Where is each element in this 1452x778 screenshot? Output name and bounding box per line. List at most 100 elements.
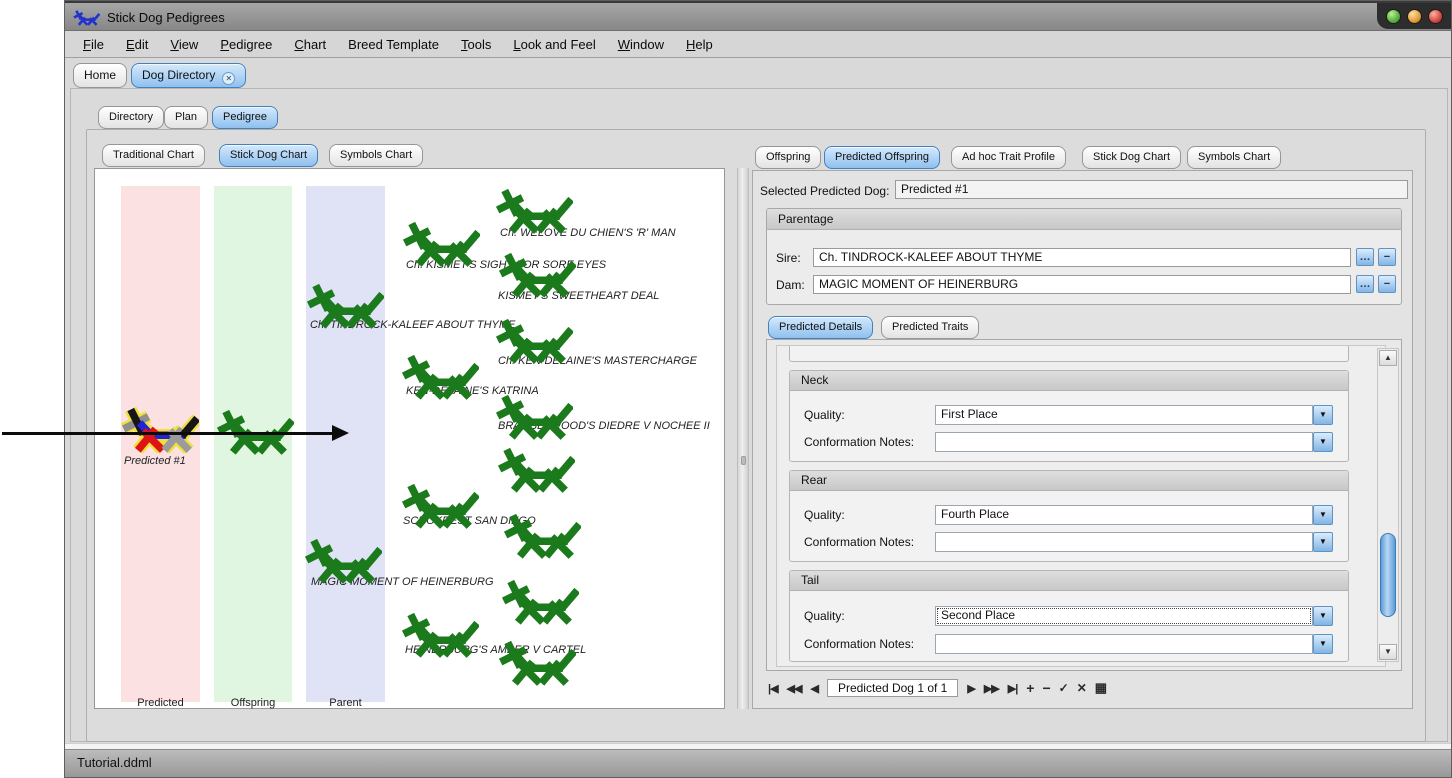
- tab-traditional-chart[interactable]: Traditional Chart: [102, 144, 205, 167]
- menu-window[interactable]: Window: [610, 37, 672, 52]
- neck-notes-combo[interactable]: ▼: [935, 432, 1333, 452]
- stick-dog-figure: [503, 511, 581, 559]
- tail-notes-combo[interactable]: ▼: [935, 634, 1333, 654]
- pedigree-dog[interactable]: [497, 445, 575, 493]
- tab-adhoc-trait-profile[interactable]: Ad hoc Trait Profile: [951, 146, 1066, 169]
- rear-notes-combo[interactable]: ▼: [935, 532, 1333, 552]
- split-pane-divider[interactable]: [737, 168, 749, 709]
- fast-forward-record-icon[interactable]: ▶▶: [984, 682, 999, 695]
- menu-breed-template[interactable]: Breed Template: [340, 37, 447, 52]
- stick-dog-figure: [402, 219, 480, 267]
- title-bar[interactable]: Stick Dog Pedigrees: [65, 1, 1451, 31]
- previous-record-icon[interactable]: ◀: [810, 682, 817, 695]
- commit-record-icon[interactable]: ✓: [1059, 681, 1068, 695]
- dam-remove-button[interactable]: −: [1378, 275, 1396, 293]
- menu-view[interactable]: View: [162, 37, 206, 52]
- scrollbar-thumb[interactable]: [1380, 533, 1396, 617]
- pedigree-dog[interactable]: [495, 186, 573, 234]
- tab-dog-directory-label: Dog Directory: [142, 68, 215, 82]
- sire-label: Sire:: [776, 251, 801, 265]
- details-scrollbar[interactable]: ▲ ▼: [1377, 348, 1399, 662]
- pedigree-dog[interactable]: [498, 638, 576, 686]
- pedigree-dog[interactable]: [495, 392, 573, 440]
- tab-predicted-details-label: Predicted Details: [779, 321, 862, 333]
- neck-section: Neck Quality: First Place ▼ Conformation…: [789, 370, 1349, 462]
- pedigree-dog[interactable]: [495, 316, 573, 364]
- cancel-record-icon[interactable]: ✕: [1077, 681, 1086, 695]
- tab-adhoc-trait-profile-label: Ad hoc Trait Profile: [962, 151, 1055, 163]
- record-position-field: Predicted Dog 1 of 1: [827, 679, 958, 697]
- selected-predicted-dog-field[interactable]: Predicted #1: [895, 180, 1408, 199]
- tab-directory[interactable]: Directory: [98, 106, 164, 129]
- neck-quality-dropdown-icon[interactable]: ▼: [1313, 405, 1333, 425]
- pedigree-dog[interactable]: [216, 407, 294, 455]
- dam-field[interactable]: MAGIC MOMENT OF HEINERBURG: [813, 275, 1351, 294]
- minimize-button[interactable]: [1386, 9, 1401, 24]
- pedigree-dog[interactable]: [306, 281, 384, 329]
- window-controls: [1377, 3, 1451, 29]
- tab-pedigree[interactable]: Pedigree: [212, 106, 278, 129]
- stick-dog-figure: [401, 352, 479, 400]
- rear-notes-value: [935, 532, 1313, 552]
- tail-quality-combo[interactable]: Second Place ▼: [935, 606, 1333, 626]
- tab-right-stick-dog-chart[interactable]: Stick Dog Chart: [1082, 146, 1181, 169]
- menu-bar: File Edit View Pedigree Chart Breed Template T…: [65, 31, 1451, 58]
- grid-view-icon[interactable]: ▦: [1095, 680, 1106, 696]
- pedigree-dog[interactable]: [304, 536, 382, 584]
- predicted-offspring-panel: Selected Predicted Dog: Predicted #1 Par…: [752, 170, 1413, 709]
- menu-help[interactable]: Help: [678, 37, 721, 52]
- tab-dog-directory[interactable]: Dog Directory ✕: [131, 63, 246, 88]
- menu-file[interactable]: File: [75, 37, 112, 52]
- stick-dog-figure: [498, 638, 576, 686]
- pedigree-dog[interactable]: [501, 577, 579, 625]
- dam-browse-button[interactable]: …: [1356, 275, 1374, 293]
- close-tab-icon[interactable]: ✕: [222, 72, 235, 85]
- tab-offspring[interactable]: Offspring: [755, 146, 821, 169]
- neck-quality-combo[interactable]: First Place ▼: [935, 405, 1333, 425]
- tab-symbols-chart[interactable]: Symbols Chart: [329, 144, 423, 167]
- neck-notes-value: [935, 432, 1313, 452]
- pedigree-dog[interactable]: [401, 610, 479, 658]
- scroll-up-icon[interactable]: ▲: [1379, 350, 1397, 366]
- last-record-icon[interactable]: ▶|: [1008, 682, 1018, 695]
- sire-remove-button[interactable]: −: [1378, 248, 1396, 266]
- pedigree-dog[interactable]: [402, 219, 480, 267]
- tab-plan[interactable]: Plan: [164, 106, 208, 129]
- tab-predicted-details[interactable]: Predicted Details: [768, 316, 873, 339]
- tab-predicted-offspring[interactable]: Predicted Offspring: [824, 146, 940, 169]
- neck-notes-dropdown-icon[interactable]: ▼: [1313, 432, 1333, 452]
- add-record-icon[interactable]: +: [1026, 680, 1033, 696]
- pedigree-dog[interactable]: [401, 352, 479, 400]
- sire-browse-button[interactable]: …: [1356, 248, 1374, 266]
- tail-notes-dropdown-icon[interactable]: ▼: [1313, 634, 1333, 654]
- remove-record-icon[interactable]: −: [1042, 680, 1049, 696]
- menu-tools[interactable]: Tools: [453, 37, 499, 52]
- rear-notes-dropdown-icon[interactable]: ▼: [1313, 532, 1333, 552]
- pedigree-dog[interactable]: [498, 250, 576, 298]
- scroll-down-icon[interactable]: ▼: [1379, 644, 1397, 660]
- tab-offspring-label: Offspring: [766, 151, 810, 163]
- rewind-record-icon[interactable]: ◀◀: [787, 682, 802, 695]
- menu-look-and-feel[interactable]: Look and Feel: [505, 37, 603, 52]
- tab-stick-dog-chart[interactable]: Stick Dog Chart: [219, 144, 318, 167]
- stick-dog-chart-canvas[interactable]: Predicted Offspring Parent Predicted #1C…: [94, 168, 725, 709]
- stick-dog-figure: [401, 610, 479, 658]
- menu-pedigree[interactable]: Pedigree: [212, 37, 280, 52]
- pedigree-dog[interactable]: [503, 511, 581, 559]
- menu-chart[interactable]: Chart: [286, 37, 334, 52]
- sire-field[interactable]: Ch. TINDROCK-KALEEF ABOUT THYME: [813, 248, 1351, 267]
- pedigree-dog[interactable]: [401, 481, 479, 529]
- rear-quality-dropdown-icon[interactable]: ▼: [1313, 505, 1333, 525]
- menu-edit[interactable]: Edit: [118, 37, 156, 52]
- rear-quality-combo[interactable]: Fourth Place ▼: [935, 505, 1333, 525]
- predicted-dog[interactable]: [121, 405, 199, 453]
- tab-right-symbols-chart[interactable]: Symbols Chart: [1187, 146, 1281, 169]
- tab-home[interactable]: Home: [73, 63, 127, 88]
- maximize-button[interactable]: [1407, 9, 1422, 24]
- tab-predicted-traits[interactable]: Predicted Traits: [881, 316, 979, 339]
- tab-stick-dog-chart-label: Stick Dog Chart: [230, 149, 307, 161]
- next-record-icon[interactable]: ▶: [967, 682, 974, 695]
- first-record-icon[interactable]: |◀: [768, 682, 778, 695]
- close-button[interactable]: [1428, 9, 1443, 24]
- tail-quality-dropdown-icon[interactable]: ▼: [1313, 606, 1333, 626]
